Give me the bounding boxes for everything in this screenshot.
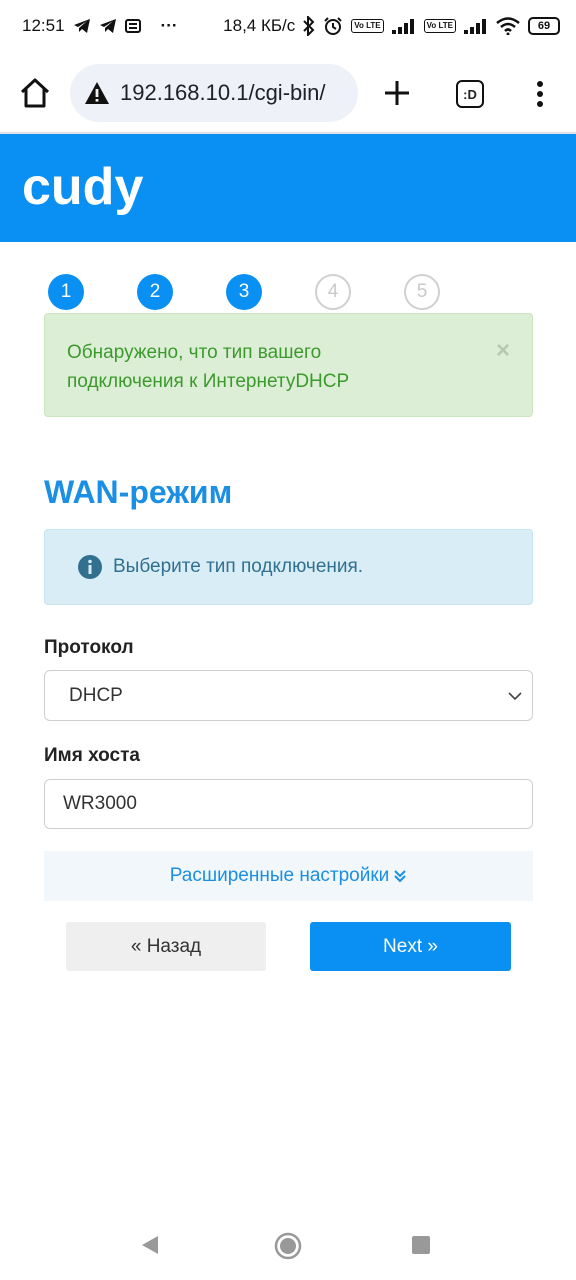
- browser-toolbar: 192.168.10.1/cgi-bin/ :D: [0, 56, 576, 132]
- tab-switcher-button[interactable]: :D: [456, 80, 484, 108]
- hostname-input[interactable]: [44, 779, 533, 829]
- address-bar[interactable]: 192.168.10.1/cgi-bin/: [70, 64, 358, 122]
- screen: 12:51 ··· 18,4 КБ/с Vo LTE Vo LTE 69 192…: [0, 0, 576, 1280]
- step-5: 5: [404, 274, 440, 310]
- telegram-icon: [73, 18, 91, 34]
- signal-icon: [391, 18, 416, 34]
- signal-icon: [464, 18, 488, 34]
- protocol-select[interactable]: DHCP: [44, 670, 533, 721]
- step-2: 2: [137, 274, 173, 310]
- home-button[interactable]: [18, 76, 52, 110]
- alert-line-2: подключения к ИнтернетуDHCP: [67, 371, 350, 392]
- volte-badge: Vo LTE: [423, 19, 456, 33]
- system-navigation-bar: [0, 1210, 576, 1280]
- svg-text:cudy: cudy: [22, 158, 143, 216]
- advanced-settings-label: Расширенные настройки: [169, 865, 390, 886]
- alert-line-1: Обнаружено, что тип вашего: [67, 342, 322, 363]
- info-alert: Выберите тип подключения.: [44, 529, 533, 605]
- chevron-down-icon: [508, 692, 522, 701]
- nav-back-icon[interactable]: [140, 1234, 160, 1256]
- advanced-settings-toggle[interactable]: Расширенные настройки: [44, 851, 533, 901]
- telegram-icon: [99, 18, 117, 34]
- browser-menu-button[interactable]: [530, 78, 550, 110]
- nav-home-icon[interactable]: [274, 1232, 302, 1260]
- new-tab-button[interactable]: [380, 76, 414, 110]
- step-3: 3: [226, 274, 262, 310]
- plus-icon: [385, 81, 409, 105]
- back-button[interactable]: « Назад: [66, 922, 266, 971]
- protocol-value: DHCP: [69, 684, 123, 706]
- url-text: 192.168.10.1/cgi-bin/: [120, 80, 326, 105]
- status-right: 18,4 КБ/с Vo LTE Vo LTE 69: [223, 16, 560, 36]
- info-text: Выберите тип подключения.: [113, 556, 364, 577]
- protocol-label: Протокол: [44, 637, 134, 658]
- nav-recents-icon[interactable]: [412, 1236, 430, 1254]
- double-chevron-down-icon: [394, 870, 406, 883]
- network-speed: 18,4 КБ/с: [223, 16, 296, 35]
- status-bar: 12:51 ··· 18,4 КБ/с Vo LTE Vo LTE 69: [0, 0, 576, 52]
- step-1: 1: [48, 274, 84, 310]
- page-title: WAN-режим: [44, 474, 233, 510]
- alarm-icon: [323, 16, 343, 36]
- gallery-notification-icon: [124, 19, 141, 33]
- next-button[interactable]: Next »: [310, 922, 511, 971]
- warning-icon: [85, 82, 109, 104]
- hostname-label: Имя хоста: [44, 745, 140, 766]
- wifi-icon: [496, 17, 520, 35]
- battery-indicator: 69: [528, 17, 560, 35]
- home-icon: [20, 78, 50, 108]
- more-vertical-icon: [537, 81, 543, 107]
- detected-connection-alert: Обнаружено, что тип вашего подключения к…: [44, 313, 533, 417]
- close-icon[interactable]: ×: [496, 336, 510, 365]
- bluetooth-icon: [303, 16, 315, 36]
- cudy-logo: cudy: [22, 158, 143, 216]
- more-notifications: ···: [160, 16, 178, 35]
- brand-header: cudy: [0, 134, 576, 242]
- step-4: 4: [315, 274, 351, 310]
- status-left: 12:51 ···: [22, 16, 178, 36]
- status-time: 12:51: [22, 16, 65, 35]
- info-icon: [78, 555, 102, 579]
- volte-badge: Vo LTE: [351, 19, 384, 33]
